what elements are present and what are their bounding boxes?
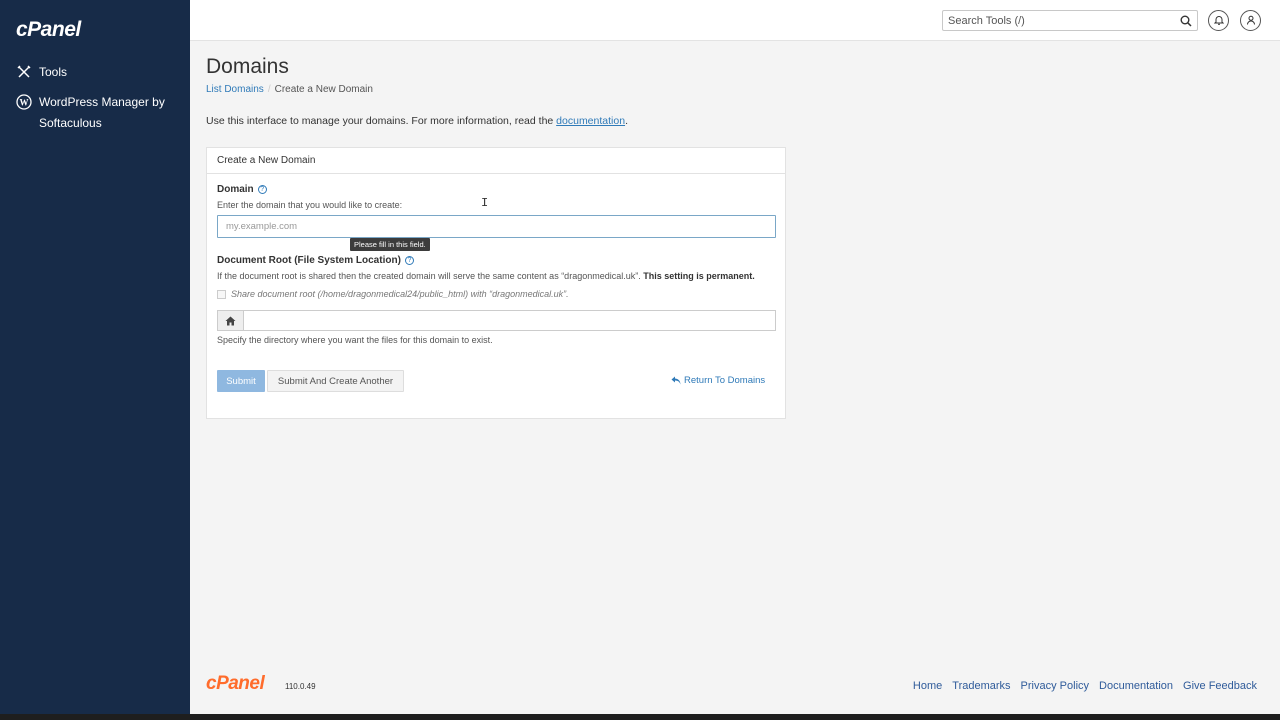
topbar: [190, 0, 1280, 41]
sidebar-item-label: Tools: [39, 65, 68, 79]
docroot-label: Document Root (File System Location): [217, 255, 401, 266]
search-input[interactable]: [943, 11, 1168, 31]
sidebar-item-tools[interactable]: Tools: [16, 62, 67, 83]
home-icon: [217, 310, 244, 331]
intro-text: Use this interface to manage your domain…: [206, 115, 628, 127]
breadcrumb-list-domains[interactable]: List Domains: [206, 84, 264, 95]
wordpress-icon: W: [16, 94, 32, 110]
submit-button[interactable]: Submit: [217, 370, 265, 392]
notifications-button[interactable]: [1208, 10, 1229, 31]
bell-icon: [1213, 12, 1224, 30]
docroot-hint-text: If the document root is shared then the …: [217, 271, 641, 281]
footer-cpanel-logo[interactable]: cPanel: [206, 673, 265, 695]
sidebar-item-wordpress-manager[interactable]: W WordPress Manager by Softaculous: [16, 92, 176, 134]
docroot-hint: If the document root is shared then the …: [217, 271, 755, 281]
return-to-domains-link[interactable]: Return To Domains: [671, 375, 765, 386]
footer-link-give-feedback[interactable]: Give Feedback: [1183, 680, 1257, 692]
footer-link-home[interactable]: Home: [913, 680, 942, 692]
user-icon: [1246, 12, 1256, 30]
domain-hint: Enter the domain that you would like to …: [217, 200, 403, 210]
return-to-domains-label: Return To Domains: [684, 375, 766, 386]
panel-header: Create a New Domain: [207, 148, 785, 174]
domain-label: Domain: [217, 184, 254, 195]
domain-input[interactable]: [217, 215, 776, 238]
validation-tooltip: Please fill in this field.: [350, 238, 430, 251]
page-title: Domains: [206, 55, 289, 78]
docroot-input[interactable]: [244, 310, 776, 331]
user-menu-button[interactable]: [1240, 10, 1261, 31]
cpanel-logo[interactable]: cPanel: [16, 18, 81, 42]
docroot-specify-hint: Specify the directory where you want the…: [217, 335, 493, 345]
bottom-strip: [0, 714, 1280, 720]
breadcrumb-current: Create a New Domain: [274, 84, 373, 95]
sidebar: cPanel Tools W WordPress Manager by Soft…: [0, 0, 190, 720]
search-icon[interactable]: [1180, 14, 1193, 27]
search-box: [942, 10, 1198, 31]
help-icon[interactable]: ?: [404, 256, 414, 265]
breadcrumb-separator: /: [267, 84, 271, 95]
breadcrumb: List Domains / Create a New Domain: [206, 84, 373, 95]
svg-text:W: W: [20, 98, 29, 108]
intro-text-end: .: [625, 115, 628, 127]
footer-links: Home Trademarks Privacy Policy Documenta…: [913, 680, 1257, 692]
footer-version: 110.0.49: [285, 682, 316, 691]
intro-text-body: Use this interface to manage your domain…: [206, 115, 557, 127]
share-docroot-row: Share document root (/home/dragonmedical…: [217, 289, 569, 299]
docroot-input-group: [217, 310, 776, 331]
documentation-link[interactable]: documentation: [556, 115, 625, 127]
share-docroot-label: Share document root (/home/dragonmedical…: [231, 289, 569, 299]
create-domain-panel: Create a New Domain Domain ? Enter the d…: [206, 147, 786, 419]
footer-link-trademarks[interactable]: Trademarks: [952, 680, 1010, 692]
domain-label-row: Domain ?: [217, 184, 267, 195]
docroot-label-row: Document Root (File System Location) ?: [217, 255, 414, 266]
share-docroot-checkbox[interactable]: [217, 289, 226, 299]
footer-link-documentation[interactable]: Documentation: [1099, 680, 1173, 692]
help-icon[interactable]: ?: [257, 185, 267, 194]
docroot-hint-bold: This setting is permanent.: [643, 271, 755, 281]
sidebar-item-label: WordPress Manager by Softaculous: [39, 95, 165, 130]
reply-arrow-icon: [671, 376, 681, 385]
submit-and-create-another-button[interactable]: Submit And Create Another: [267, 370, 404, 392]
footer-link-privacy-policy[interactable]: Privacy Policy: [1021, 680, 1089, 692]
tools-icon: [16, 64, 32, 80]
text-cursor-icon: I: [481, 196, 489, 210]
